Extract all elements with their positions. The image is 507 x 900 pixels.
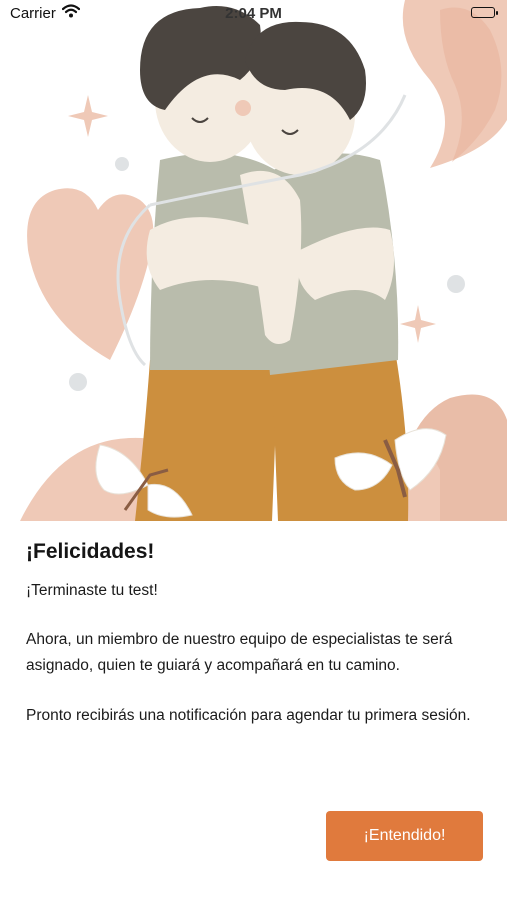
- hero-illustration: [0, 0, 507, 521]
- status-time: 2:04 PM: [225, 5, 282, 22]
- page-title: ¡Felicidades!: [26, 540, 155, 563]
- battery-icon: [471, 7, 498, 18]
- subtitle-text: ¡Terminaste tu test!: [26, 582, 158, 599]
- description-paragraph-2: Pronto recibirás una notificación para a…: [26, 707, 471, 724]
- status-bar: Carrier 2:04 PM: [0, 0, 507, 28]
- hugging-couple-illustration: [20, 0, 507, 521]
- description-paragraph-1: Ahora, un miembro de nuestro equipo de e…: [26, 631, 453, 674]
- understood-button[interactable]: ¡Entendido!: [326, 811, 483, 861]
- message-section: ¡Felicidades! ¡Terminaste tu test! Ahora…: [26, 540, 486, 729]
